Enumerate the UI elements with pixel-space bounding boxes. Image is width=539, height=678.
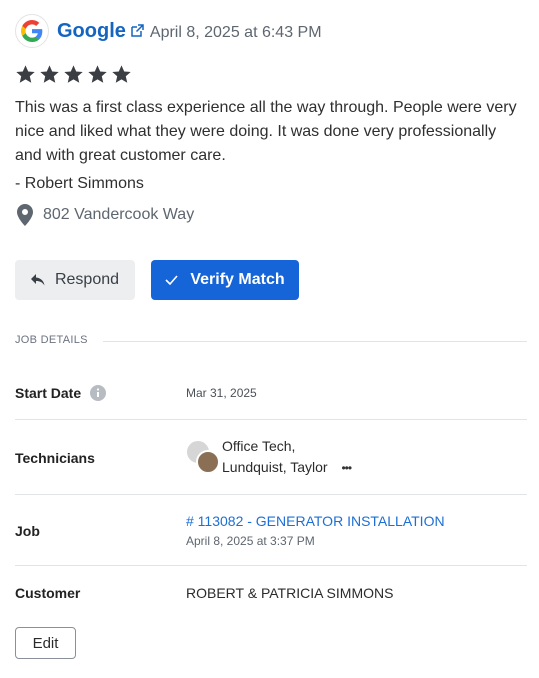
- review-source-label[interactable]: Google: [57, 20, 126, 43]
- star-icon: [64, 65, 83, 83]
- review-card: Google April 8, 2025 at 6:43 PM This was…: [0, 0, 539, 678]
- start-date-row: Start Date Mar 31, 2025: [15, 366, 527, 420]
- review-text: This was a first class experience all th…: [15, 99, 517, 164]
- technicians-value: Office Tech, Lundquist, Taylor •••: [186, 436, 352, 479]
- job-date: April 8, 2025 at 3:37 PM: [186, 534, 315, 548]
- external-link-icon[interactable]: [130, 24, 144, 38]
- technician-line-2: Lundquist, Taylor: [222, 459, 328, 475]
- edit-button[interactable]: Edit: [15, 627, 76, 659]
- avatar: [196, 450, 220, 474]
- customer-value: ROBERT & PATRICIA SIMMONS: [186, 585, 394, 601]
- star-icon: [112, 65, 131, 83]
- star-icon: [16, 65, 35, 83]
- technicians-label: Technicians: [15, 450, 95, 466]
- technicians-row: Technicians Office Tech, Lundquist, Tayl…: [15, 420, 527, 495]
- technician-names: Office Tech, Lundquist, Taylor •••: [222, 436, 352, 479]
- google-logo: [15, 14, 49, 48]
- section-divider: [103, 341, 527, 342]
- customer-row: Customer ROBERT & PATRICIA SIMMONS: [15, 566, 527, 618]
- job-value: # 113082 - GENERATOR INSTALLATION April …: [186, 513, 445, 548]
- star-icon: [40, 65, 59, 83]
- star-rating: [15, 64, 132, 85]
- verify-match-label: Verify Match: [190, 271, 285, 288]
- more-icon[interactable]: •••: [341, 458, 352, 479]
- job-details-heading: JOB DETAILS: [15, 334, 88, 346]
- map-pin-icon: [17, 204, 33, 226]
- review-date: April 8, 2025 at 6:43 PM: [149, 24, 322, 41]
- job-row: Job # 113082 - GENERATOR INSTALLATION Ap…: [15, 495, 527, 566]
- customer-label: Customer: [15, 585, 81, 601]
- respond-label: Respond: [54, 271, 120, 288]
- technician-avatars: [186, 440, 220, 474]
- start-date-label-wrap: Start Date: [15, 385, 107, 401]
- start-date-value: Mar 31, 2025: [186, 386, 257, 400]
- review-header: Google April 8, 2025 at 6:43 PM: [15, 14, 322, 48]
- check-icon: [165, 275, 178, 285]
- start-date-label: Start Date: [15, 385, 82, 401]
- review-location: 802 Vandercook Way: [17, 204, 194, 226]
- location-address: 802 Vandercook Way: [43, 206, 195, 223]
- job-label: Job: [15, 523, 40, 539]
- respond-button[interactable]: Respond: [15, 260, 135, 300]
- star-icon: [88, 65, 107, 83]
- review-actions: Respond Verify Match: [15, 260, 299, 300]
- info-icon[interactable]: [90, 385, 107, 401]
- reviewer-name: - Robert Simmons: [15, 175, 144, 192]
- review-source-link[interactable]: Google: [57, 20, 144, 43]
- verify-match-button[interactable]: Verify Match: [151, 260, 299, 300]
- job-link[interactable]: # 113082 - GENERATOR INSTALLATION: [186, 513, 445, 529]
- technician-line-1: Office Tech,: [222, 438, 296, 454]
- reply-icon: [30, 274, 45, 286]
